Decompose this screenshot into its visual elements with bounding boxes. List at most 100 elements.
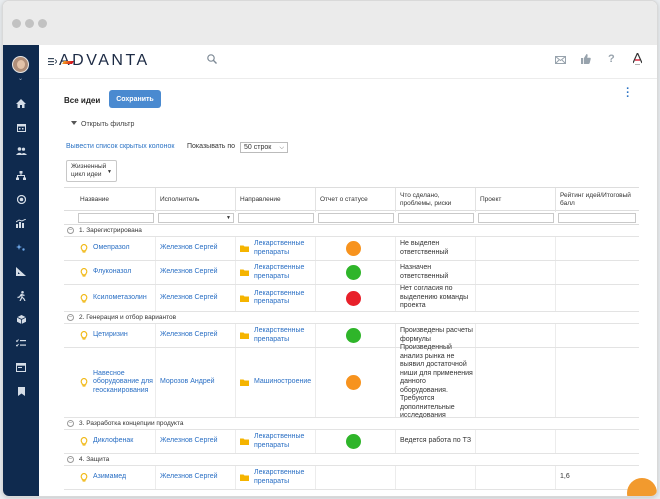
table-row[interactable]: Цетиризин Железнов Сергей Лекарственные пр… — [64, 324, 639, 348]
table-row[interactable]: Омепразол Железнов Сергей Лекарственные пр… — [64, 237, 639, 261]
window-icon[interactable] — [3, 363, 39, 374]
chart-icon[interactable] — [3, 218, 39, 230]
home-icon[interactable] — [3, 99, 39, 110]
page-size-select[interactable]: 50 строк ⌵ — [240, 142, 289, 153]
search-icon[interactable] — [207, 54, 217, 64]
ruler-icon[interactable] — [3, 267, 39, 278]
assignee-link[interactable]: Железнов Сергей — [160, 324, 236, 347]
like-icon[interactable] — [581, 54, 591, 67]
status-cell[interactable] — [346, 348, 366, 417]
idea-name-cell[interactable]: Ксилометазолин — [80, 285, 156, 311]
bookmark-icon[interactable] — [3, 387, 39, 398]
status-cell[interactable] — [346, 430, 366, 453]
table-row[interactable]: Флуконазол Железнов Сергей Лекарственные п… — [64, 261, 639, 285]
assignee-link[interactable]: Железнов Сергей — [160, 430, 236, 453]
direction-link[interactable]: Лекарственные препараты — [254, 433, 316, 450]
direction-cell[interactable]: Лекарственные препараты — [240, 466, 316, 489]
help-icon[interactable]: ? — [608, 53, 615, 65]
table-row[interactable]: Азимамед Железнов Сергей Лекарственные пре… — [64, 466, 639, 490]
open-filter-button[interactable]: Открыть фильтр — [71, 121, 134, 128]
collapse-toggle-icon[interactable]: – — [67, 227, 74, 234]
direction-link[interactable]: Лекарственные препараты — [254, 469, 316, 486]
hidden-columns-link[interactable]: Вывести список скрытых колонок — [66, 143, 174, 150]
calendar-icon[interactable] — [3, 123, 39, 134]
idea-name-cell[interactable]: Флуконазол — [80, 261, 156, 284]
column-header-status[interactable]: Отчет о статусе — [316, 188, 396, 212]
direction-link[interactable]: Лекарственные препараты — [254, 264, 316, 281]
direction-cell[interactable]: Машиностроение — [240, 348, 316, 417]
users-icon[interactable] — [3, 147, 39, 157]
filter-input-name[interactable] — [78, 213, 154, 223]
cube-icon[interactable] — [3, 315, 39, 326]
runner-icon[interactable] — [3, 291, 39, 303]
org-structure-icon[interactable] — [3, 171, 39, 182]
advanta-a-icon[interactable] — [632, 51, 643, 68]
save-button[interactable]: Сохранить — [109, 90, 161, 108]
table-row[interactable]: Диклофенак Железнов Сергей Лекарственные п… — [64, 430, 639, 454]
idea-name-link[interactable]: Азимамед — [93, 473, 126, 482]
column-header-name[interactable]: Название — [76, 188, 156, 212]
direction-link[interactable]: Машиностроение — [254, 378, 311, 387]
floating-action-button[interactable] — [627, 478, 657, 496]
avatar[interactable] — [12, 56, 29, 73]
assignee-link[interactable]: Железнов Сергей — [160, 261, 236, 284]
collapse-toggle-icon[interactable]: – — [67, 420, 74, 427]
idea-name-cell[interactable]: Диклофенак — [80, 430, 156, 453]
window-dot-zoom[interactable] — [38, 19, 47, 28]
assignee-link[interactable]: Железнов Сергей — [160, 237, 236, 260]
idea-name-link[interactable]: Навесное оборудование для геосканировани… — [93, 370, 156, 396]
mail-icon[interactable] — [555, 55, 566, 67]
group-row[interactable]: –1. Зарегистрирована — [64, 225, 639, 237]
idea-name-cell[interactable]: Навесное оборудование для геосканировани… — [80, 348, 156, 417]
table-row[interactable]: Навесное оборудование для геосканировани… — [64, 344, 639, 419]
collapse-toggle-icon[interactable]: – — [67, 314, 74, 321]
idea-name-link[interactable]: Диклофенак — [93, 437, 133, 446]
direction-link[interactable]: Лекарственные препараты — [254, 240, 316, 257]
idea-name-link[interactable]: Омепразол — [93, 244, 130, 253]
more-vertical-icon[interactable]: · · · — [626, 84, 630, 103]
lifecycle-select[interactable]: Жизненный цикл идеи ▼ — [66, 160, 117, 182]
idea-name-cell[interactable]: Цетиризин — [80, 324, 156, 347]
status-cell[interactable] — [346, 285, 366, 311]
column-header-rating[interactable]: Рейтинг идей/Итоговый балл — [556, 188, 639, 212]
status-cell[interactable] — [346, 261, 366, 284]
window-dot-close[interactable] — [12, 19, 21, 28]
column-header-project[interactable]: Проект — [476, 188, 556, 212]
direction-link[interactable]: Лекарственные препараты — [254, 290, 316, 307]
filter-input-project[interactable] — [478, 213, 554, 223]
column-header-notes[interactable]: Что сделано, проблемы, риски — [396, 188, 476, 212]
filter-input-rating[interactable] — [558, 213, 636, 223]
checklist-icon[interactable] — [3, 339, 39, 350]
assignee-link[interactable]: Железнов Сергей — [160, 285, 236, 311]
collapse-toggle-icon[interactable]: – — [67, 456, 74, 463]
filter-input-notes[interactable] — [398, 213, 474, 223]
direction-cell[interactable]: Лекарственные препараты — [240, 261, 316, 284]
idea-name-cell[interactable]: Азимамед — [80, 466, 156, 489]
assignee-link[interactable]: Морозов Андрей — [160, 348, 236, 417]
column-header-assignee[interactable]: Исполнитель — [156, 188, 236, 212]
sparkle-icon[interactable] — [3, 243, 39, 254]
menu-icon[interactable] — [48, 57, 58, 67]
filter-input-direction[interactable] — [238, 213, 314, 223]
direction-cell[interactable]: Лекарственные препараты — [240, 237, 316, 260]
column-header-direction[interactable]: Направление — [236, 188, 316, 212]
table-row[interactable]: Ксилометазолин Железнов Сергей Лекарственн… — [64, 285, 639, 312]
status-cell[interactable] — [346, 324, 366, 347]
filter-select-assignee[interactable]: ▼ — [158, 213, 234, 223]
status-cell[interactable] — [346, 237, 366, 260]
chevron-down-icon[interactable]: ⌄ — [18, 75, 23, 82]
window-dot-minimize[interactable] — [25, 19, 34, 28]
group-row[interactable]: –2. Генерация и отбор вариантов — [64, 312, 639, 324]
assignee-link[interactable]: Железнов Сергей — [160, 466, 236, 489]
idea-name-link[interactable]: Цетиризин — [93, 331, 128, 340]
filter-input-status[interactable] — [318, 213, 394, 223]
direction-link[interactable]: Лекарственные препараты — [254, 327, 316, 344]
direction-cell[interactable]: Лекарственные препараты — [240, 285, 316, 311]
direction-cell[interactable]: Лекарственные препараты — [240, 324, 316, 347]
direction-cell[interactable]: Лекарственные препараты — [240, 430, 316, 453]
idea-name-cell[interactable]: Омепразол — [80, 237, 156, 260]
target-icon[interactable] — [3, 194, 39, 206]
group-row[interactable]: –4. Защита — [64, 454, 639, 466]
idea-name-link[interactable]: Ксилометазолин — [93, 294, 147, 303]
idea-name-link[interactable]: Флуконазол — [93, 268, 131, 277]
